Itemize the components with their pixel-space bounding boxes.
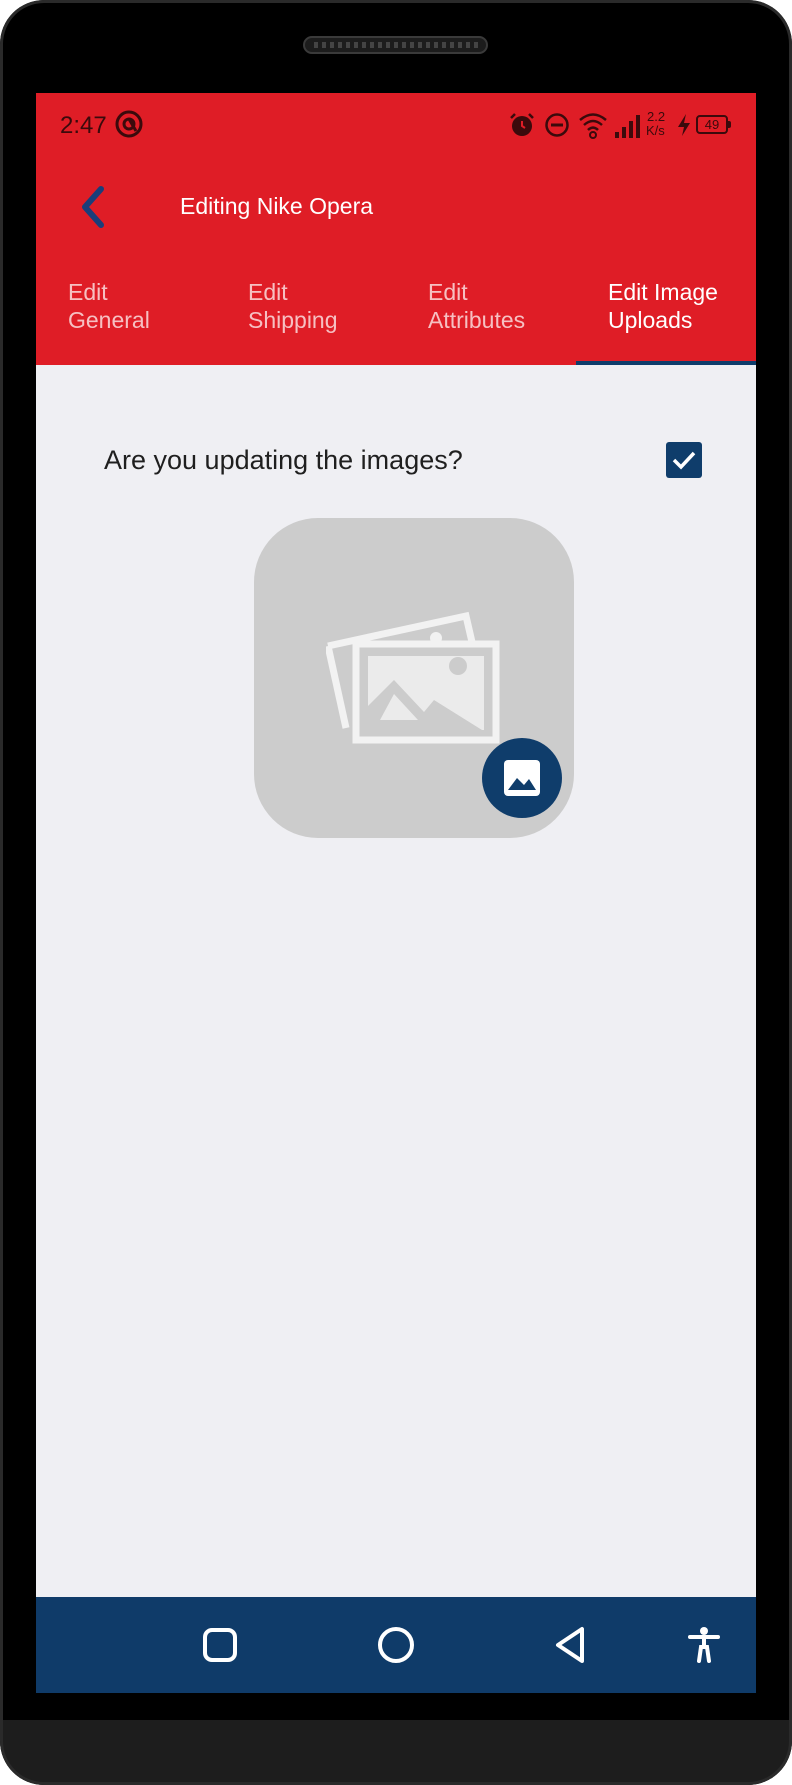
battery-level: 49 [704, 117, 720, 132]
app-bar: 2:47 2.2 K/s 49 Editing Nike Opera Edit … [36, 93, 756, 365]
image-placeholder-icon [326, 611, 500, 744]
tab-edit-attributes[interactable]: Edit Attributes [396, 257, 576, 365]
accessibility-icon [688, 1627, 720, 1663]
page-title: Editing Nike Opera [180, 193, 374, 219]
checkmark-icon [672, 451, 696, 470]
battery-tip [728, 121, 731, 128]
tab-label-line1: Edit [248, 279, 288, 305]
network-speed-unit: K/s [646, 123, 665, 138]
back-nav-button[interactable] [542, 1615, 602, 1675]
tab-label-line2: Shipping [248, 307, 338, 333]
chevron-left-icon [82, 186, 104, 228]
tab-label-line1: Edit [68, 279, 108, 305]
tab-label-line2: General [68, 307, 150, 333]
app-screen: 2:47 2.2 K/s 49 Editing Nike Opera Edit … [36, 93, 756, 1693]
status-time: 2:47 [60, 112, 107, 139]
home-button[interactable] [366, 1615, 426, 1675]
back-button[interactable] [64, 177, 124, 237]
pick-image-button[interactable] [482, 738, 562, 818]
charging-icon [678, 114, 690, 136]
image-picker[interactable] [254, 518, 574, 838]
update-images-checkbox[interactable] [666, 442, 702, 478]
tab-label-line2: Uploads [608, 307, 693, 333]
tab-bar: Edit General Edit Shipping Edit Attribut… [36, 257, 756, 365]
recents-square-icon [203, 1628, 237, 1662]
tab-edit-shipping[interactable]: Edit Shipping [216, 257, 396, 365]
wifi-icon [579, 113, 607, 139]
active-tab-indicator [576, 361, 756, 365]
status-bar: 2:47 2.2 K/s 49 [36, 93, 756, 157]
update-images-question: Are you updating the images? [104, 445, 463, 475]
recents-button[interactable] [190, 1615, 250, 1675]
toolbar: Editing Nike Opera [36, 157, 756, 257]
tab-edit-general[interactable]: Edit General [36, 257, 216, 365]
home-circle-icon [378, 1627, 414, 1663]
system-nav-bar [36, 1597, 756, 1693]
tab-label-line1: Edit [428, 279, 468, 305]
phone-chin [0, 1720, 792, 1785]
cellular-signal-icon [615, 115, 640, 138]
do-not-disturb-icon [545, 113, 569, 137]
tab-label-line1: Edit Image [608, 279, 718, 305]
earpiece-speaker [303, 36, 488, 54]
network-speed-value: 2.2 [647, 109, 666, 124]
back-triangle-icon [556, 1627, 584, 1663]
gallery-icon [504, 760, 540, 796]
phone-frame: 2:47 2.2 K/s 49 Editing Nike Opera Edit … [0, 0, 792, 1785]
sync-icon [115, 110, 143, 138]
tab-label-line2: Attributes [428, 307, 526, 333]
tab-edit-image-uploads[interactable]: Edit Image Uploads [576, 257, 756, 365]
alarm-icon [510, 113, 534, 136]
battery-icon: 49 [696, 115, 731, 134]
accessibility-button[interactable] [674, 1615, 734, 1675]
